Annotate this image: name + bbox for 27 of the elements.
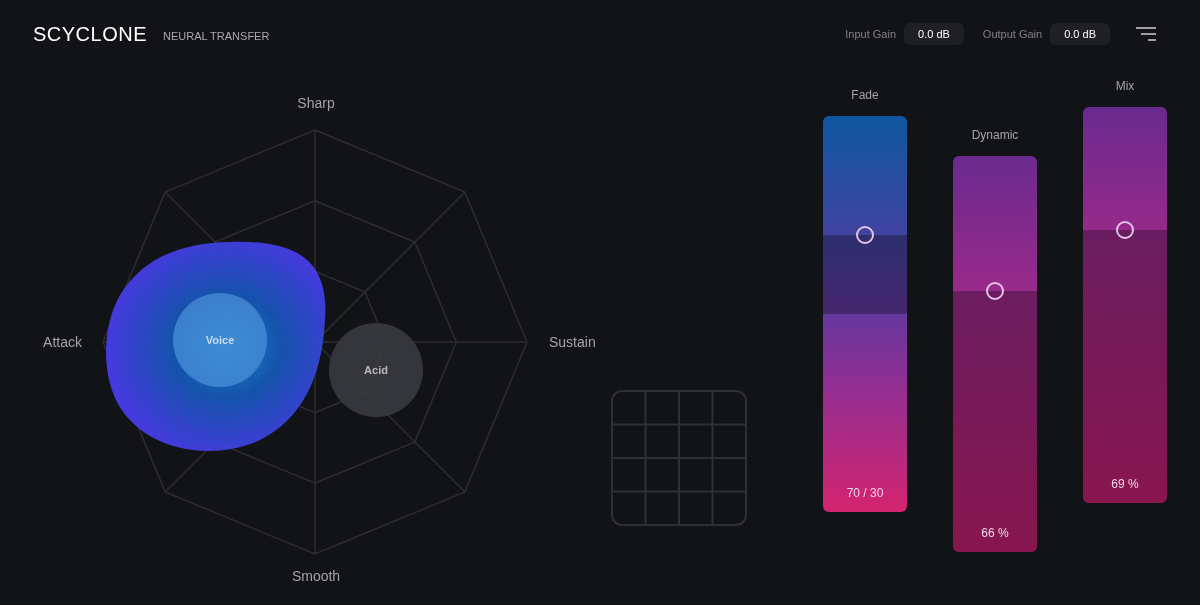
node-label: Acid xyxy=(364,364,388,376)
input-gain-field[interactable]: 0.0 dB xyxy=(904,22,964,46)
axis-label: Sustain xyxy=(549,334,596,350)
axis-label: Smooth xyxy=(291,568,341,584)
input-gain-label: Input Gain xyxy=(845,26,897,42)
node-label: Voice xyxy=(205,334,235,346)
node-circle[interactable] xyxy=(173,293,267,387)
fader-track[interactable]: 70 / 30 xyxy=(823,116,907,512)
app-subtitle: NEURAL TRANSFER xyxy=(163,28,270,44)
output-gain-label: Output Gain xyxy=(982,26,1043,42)
fader-thumb[interactable] xyxy=(986,281,1004,300)
fader-thumb[interactable] xyxy=(856,225,874,244)
fader-reading: 69 % xyxy=(1110,476,1140,493)
menu-icon[interactable] xyxy=(1136,27,1156,41)
output-gain-field[interactable]: 0.0 dB xyxy=(1050,22,1110,46)
fader-label: Mix xyxy=(1115,78,1135,95)
fader-track[interactable]: 66 % xyxy=(953,156,1037,552)
fader-label: Fade xyxy=(851,87,879,104)
app-title: SCYCLONE xyxy=(33,22,148,47)
fader-reading: 70 / 30 xyxy=(845,485,885,502)
fader-label: Dynamic xyxy=(971,127,1019,144)
fader-reading: 66 % xyxy=(980,525,1010,542)
fader-track[interactable]: 69 % xyxy=(1083,107,1167,503)
fader-thumb[interactable] xyxy=(1116,220,1134,239)
axis-label: Attack xyxy=(43,334,82,350)
node-circle[interactable] xyxy=(329,323,423,417)
axis-label: Sharp xyxy=(297,95,335,111)
